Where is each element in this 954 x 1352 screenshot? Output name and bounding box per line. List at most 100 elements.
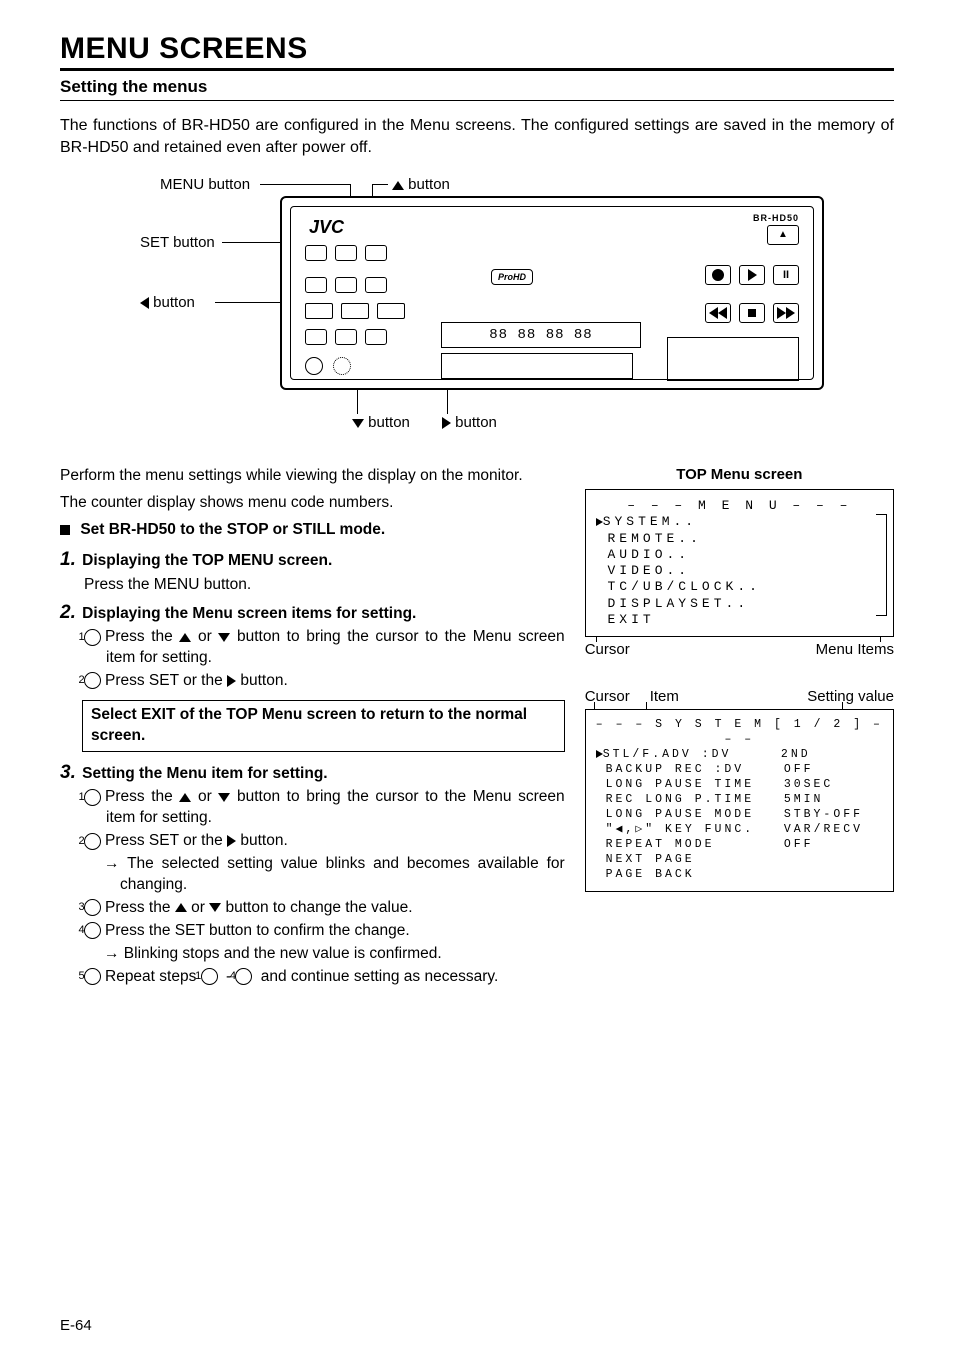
top-menu-item: TC/UB/CLOCK.. — [596, 579, 883, 595]
section-subtitle: Setting the menus — [60, 77, 894, 97]
search-plus-button[interactable] — [377, 303, 405, 319]
top-menu-item: EXIT — [596, 612, 883, 628]
tick — [842, 702, 843, 710]
value-text: VAR/RECV — [784, 823, 863, 836]
stop-button[interactable] — [739, 303, 765, 323]
circled-2-icon: 2 — [84, 672, 101, 689]
exit-note-box: Select EXIT of the TOP Menu screen to re… — [82, 700, 565, 752]
txt: button to change the value. — [221, 899, 412, 916]
value-text: 2ND — [781, 748, 811, 761]
phones-jack — [305, 357, 323, 375]
triangle-up-icon — [175, 903, 187, 912]
system-menu-items: STL/F.ADV :DV 2ND BACKUP REC :DV OFF LON… — [596, 748, 883, 882]
phones-level-knob[interactable] — [333, 357, 351, 375]
tick — [594, 702, 595, 710]
circled-4-icon: 4 — [235, 968, 252, 985]
circled-1-icon: 1 — [84, 789, 101, 806]
label-item: Item — [650, 688, 679, 705]
ff-button[interactable] — [773, 303, 799, 323]
system-menu-row: REPEAT MODE OFF — [596, 838, 883, 853]
bracket — [876, 514, 887, 616]
system-menu-row: NEXT PAGE — [596, 853, 883, 868]
circled-1-icon: 1 — [201, 968, 218, 985]
item-text: "◀,▷" KEY FUNC. — [606, 823, 784, 836]
txt: Press the — [105, 788, 179, 805]
panel-button — [335, 245, 357, 261]
rec-button[interactable] — [705, 265, 731, 285]
menu-item-text: TC/UB/CLOCK.. — [608, 579, 761, 594]
txt: button. — [236, 672, 288, 689]
menu-item-text: EXIT — [608, 612, 655, 627]
ff-icon — [786, 307, 795, 319]
system-menu-row: STL/F.ADV :DV 2ND — [596, 748, 883, 763]
set-button[interactable] — [341, 303, 369, 319]
txt: or — [187, 899, 209, 916]
txt: Press SET or the — [105, 672, 227, 689]
txt: Press the — [105, 899, 175, 916]
item-text: STL/F.ADV :DV — [603, 748, 781, 761]
reset-button[interactable] — [365, 277, 387, 293]
ff-icon — [777, 307, 786, 319]
tick — [596, 636, 597, 642]
label-right-button-text: button — [455, 414, 497, 431]
txt: Repeat steps — [105, 968, 201, 985]
label-up-button-text: button — [408, 176, 450, 193]
menu-item-text: VIDEO.. — [608, 563, 691, 578]
rule-heavy — [60, 68, 894, 71]
menu-button[interactable] — [305, 277, 327, 293]
cursor-icon — [596, 518, 603, 526]
step-3-sub5: 5Repeat steps 1 - 4 and continue setting… — [60, 967, 565, 988]
step-number: 1. — [60, 549, 76, 570]
cueup-button[interactable] — [365, 329, 387, 345]
system-menu-row: PAGE BACK — [596, 868, 883, 883]
step-3: 3. Setting the Menu item for setting. — [60, 760, 565, 786]
search-minus-button[interactable] — [305, 303, 333, 319]
label-down-button: button — [352, 414, 410, 431]
rew-button[interactable] — [705, 303, 731, 323]
item-text: LONG PAUSE MODE — [606, 808, 784, 821]
txt: and continue setting as necessary. — [256, 968, 498, 985]
txt: Press the SET button to confirm the chan… — [105, 922, 410, 939]
triangle-up-icon — [179, 633, 191, 642]
eject-button[interactable]: ▲ — [767, 225, 799, 245]
top-menu-item: VIDEO.. — [596, 563, 883, 579]
triangle-down-icon — [209, 903, 221, 912]
step-3-sub1: 1Press the or button to bring the cursor… — [60, 787, 565, 829]
item-text: REPEAT MODE — [606, 838, 784, 851]
screens-column: TOP Menu screen – – – M E N U – – – SYST… — [585, 466, 894, 990]
item-text: REC LONG P.TIME — [606, 793, 784, 806]
circled-4-icon: 4 — [84, 922, 101, 939]
page-title: MENU SCREENS — [60, 32, 894, 66]
step-1-body: Press the MENU button. — [60, 575, 565, 596]
system-menu-row: BACKUP REC :DV OFF — [596, 763, 883, 778]
indicator-panel — [667, 337, 799, 381]
value-text: STBY-OFF — [784, 808, 863, 821]
prohd-badge: ProHD — [491, 269, 533, 285]
circled-2-icon: 2 — [84, 833, 101, 850]
tick — [880, 636, 881, 642]
leader — [372, 184, 388, 185]
label-set-button: SET button — [140, 234, 215, 251]
audio-meter — [441, 353, 633, 379]
item-text: NEXT PAGE — [606, 853, 784, 866]
pause-button[interactable]: II — [773, 265, 799, 285]
step-2-head: Displaying the Menu screen items for set… — [82, 605, 416, 622]
cursor-icon — [596, 750, 603, 758]
up-button[interactable] — [335, 277, 357, 293]
top-menu-item: REMOTE.. — [596, 531, 883, 547]
system-menu-osd: – – – S Y S T E M [ 1 / 2 ] – – – STL/F.… — [585, 709, 894, 891]
blank-button[interactable] — [335, 329, 357, 345]
label-right-button: button — [442, 414, 497, 431]
label-setting: Setting value — [807, 688, 894, 705]
step-3-sub2: 2Press SET or the button. — [60, 831, 565, 852]
system-menu-row: LONG PAUSE TIME 30SEC — [596, 778, 883, 793]
play-button[interactable] — [739, 265, 765, 285]
hold-button[interactable] — [305, 329, 327, 345]
label-menu-button: MENU button — [160, 176, 250, 193]
top-menu-caption: TOP Menu screen — [585, 466, 894, 483]
top-menu-items: SYSTEM.. REMOTE.. AUDIO.. VIDEO.. TC/UB/… — [596, 514, 883, 628]
step-number: 2. — [60, 602, 76, 623]
triangle-down-icon — [218, 633, 230, 642]
triangle-down-icon — [352, 419, 364, 428]
step-2-sub2: 2Press SET or the button. — [60, 671, 565, 692]
